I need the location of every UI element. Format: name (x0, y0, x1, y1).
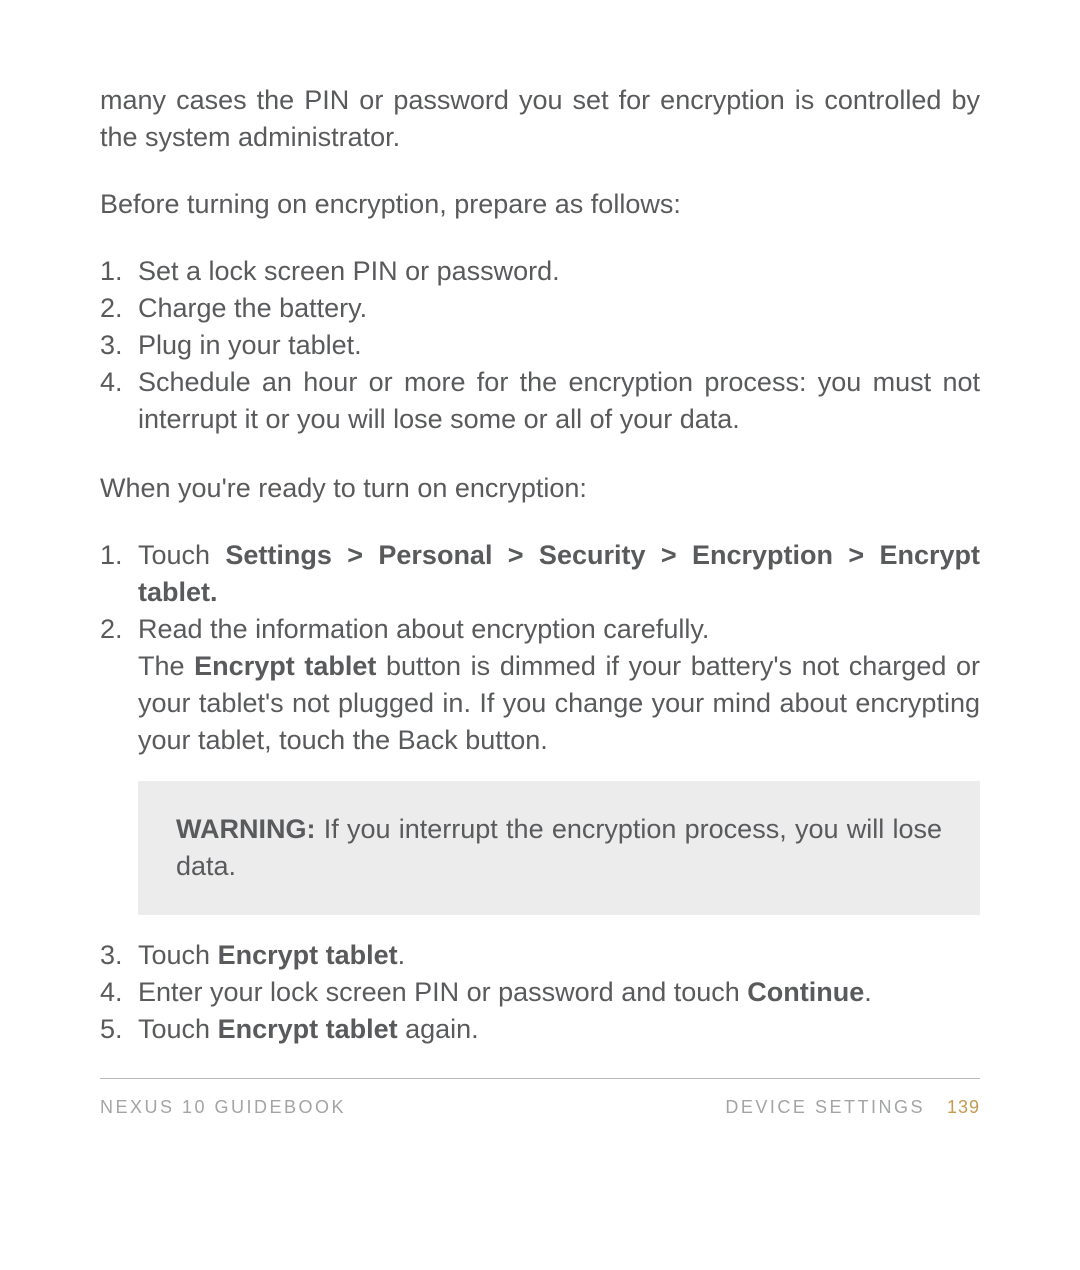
t: again. (398, 1014, 479, 1044)
step-text: Touch (138, 540, 225, 570)
list-item: Plug in your tablet. (100, 327, 980, 364)
footer-right: Device Settings 139 (725, 1097, 980, 1118)
list-item: Set a lock screen PIN or password. (100, 253, 980, 290)
list-item: Charge the battery. (100, 290, 980, 327)
step-bold: Encrypt tablet (218, 940, 398, 970)
list-item-text: Set a lock screen PIN or password. (138, 256, 560, 286)
step-subtext: The Encrypt tablet button is dimmed if y… (138, 648, 980, 759)
step-text: Read the information about encryption ca… (138, 614, 709, 644)
warning-label: WARNING: (176, 814, 315, 844)
step-bold: Encrypt tablet (194, 651, 376, 681)
list-item: Schedule an hour or more for the encrypt… (100, 364, 980, 438)
page-number: 139 (947, 1097, 980, 1117)
t: The (138, 651, 194, 681)
intro-paragraph: many cases the PIN or password you set f… (100, 82, 980, 156)
list-item-text: Schedule an hour or more for the encrypt… (138, 367, 980, 434)
list-item-text: Plug in your tablet. (138, 330, 362, 360)
footer-left: Nexus 10 Guidebook (100, 1097, 346, 1118)
t: Touch (138, 940, 218, 970)
t: . (398, 940, 406, 970)
prep-list: Set a lock screen PIN or password. Charg… (100, 253, 980, 438)
step-bold: Encrypt tablet (218, 1014, 398, 1044)
document-page: many cases the PIN or password you set f… (0, 0, 1080, 1270)
footer-section: Device Settings (725, 1097, 925, 1117)
page-footer: Nexus 10 Guidebook Device Settings 139 (100, 1078, 980, 1118)
list-item: Enter your lock screen PIN or password a… (100, 974, 980, 1011)
prep-heading: Before turning on encryption, prepare as… (100, 186, 980, 223)
list-item-text: Charge the battery. (138, 293, 367, 323)
ready-heading: When you're ready to turn on encryption: (100, 470, 980, 507)
list-item: Touch Encrypt tablet again. (100, 1011, 980, 1048)
warning-box: WARNING: If you interrupt the encryption… (138, 781, 980, 915)
t: . (864, 977, 872, 1007)
list-item: Read the information about encryption ca… (100, 611, 980, 759)
t: Enter your lock screen PIN or password a… (138, 977, 747, 1007)
step-bold: Settings > Personal > Security > Encrypt… (138, 540, 980, 607)
step-bold: Continue (747, 977, 864, 1007)
list-item: Touch Settings > Personal > Security > E… (100, 537, 980, 611)
steps-list-part1: Touch Settings > Personal > Security > E… (100, 537, 980, 759)
list-item: Touch Encrypt tablet. (100, 937, 980, 974)
steps-list-part2: Touch Encrypt tablet. Enter your lock sc… (100, 937, 980, 1048)
t: Touch (138, 1014, 218, 1044)
